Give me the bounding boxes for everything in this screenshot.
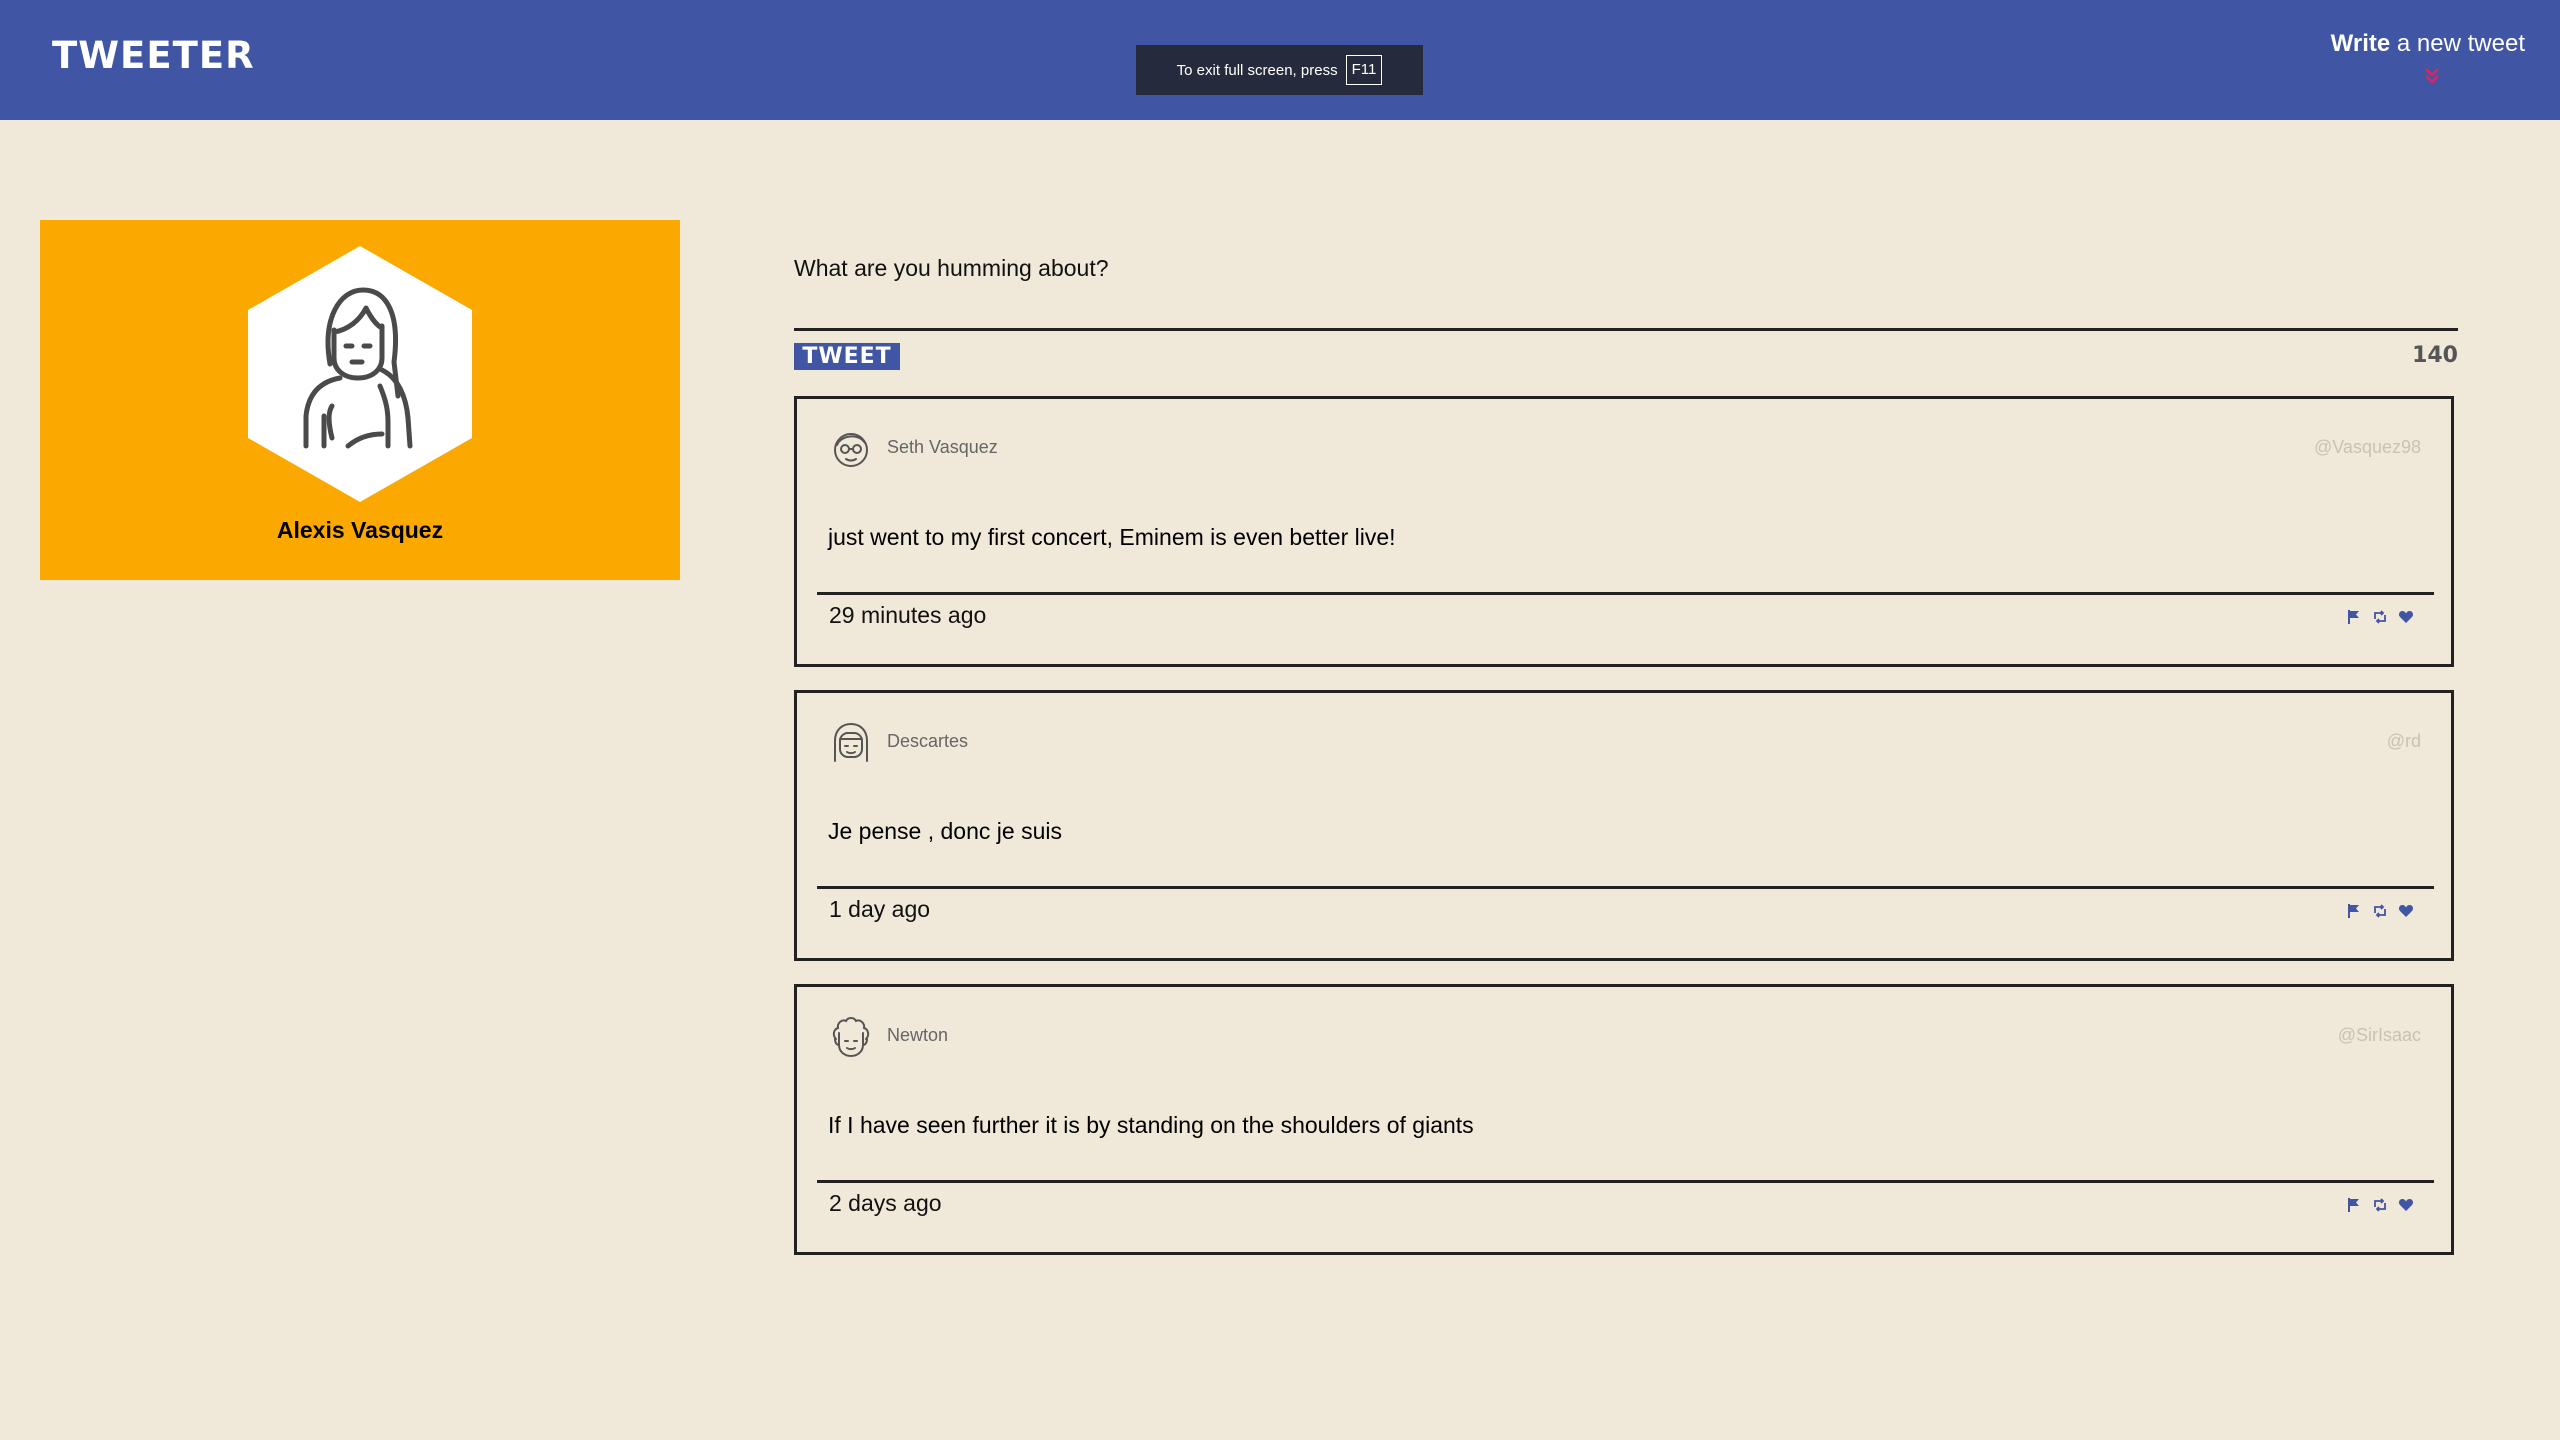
- tweet-timestamp: 29 minutes ago: [829, 602, 987, 628]
- tweet-text: Je pense , donc je suis: [828, 818, 1062, 844]
- heart-icon[interactable]: [2398, 609, 2414, 625]
- flag-icon[interactable]: [2346, 609, 2362, 625]
- woman-avatar-icon: [248, 246, 472, 502]
- write-label-rest: a new tweet: [2390, 30, 2525, 57]
- app-logo[interactable]: TWEETER: [52, 34, 255, 77]
- tweet-actions: [2346, 1197, 2414, 1213]
- tweet-actions: [2346, 609, 2414, 625]
- tweet-button[interactable]: TWEET: [794, 343, 900, 370]
- heart-icon[interactable]: [2398, 903, 2414, 919]
- tweet-card: Descartes @rd Je pense , donc je suis 1 …: [794, 690, 2454, 961]
- retweet-icon[interactable]: [2372, 1197, 2388, 1213]
- tweet-actions: [2346, 903, 2414, 919]
- fullscreen-notice: To exit full screen, press F11: [1136, 45, 1423, 95]
- tweet-author[interactable]: Newton: [887, 1025, 948, 1046]
- profile-name: Alexis Vasquez: [276, 517, 444, 543]
- tweet-timestamp: 1 day ago: [829, 896, 931, 922]
- tweet-handle[interactable]: @SirIsaac: [2338, 1025, 2421, 1046]
- top-navbar: TWEETER To exit full screen, press F11 W…: [0, 0, 2560, 120]
- tweet-handle[interactable]: @Vasquez98: [2314, 437, 2421, 458]
- glasses-man-avatar-icon: [834, 433, 868, 467]
- retweet-icon[interactable]: [2372, 903, 2388, 919]
- profile-card: Alexis Vasquez: [40, 220, 680, 580]
- write-new-tweet-link[interactable]: Write a new tweet: [2331, 30, 2525, 58]
- retweet-icon[interactable]: [2372, 609, 2388, 625]
- long-hair-avatar-icon: [834, 722, 868, 762]
- tweet-compose-input[interactable]: What are you humming about?: [794, 255, 1109, 282]
- write-label-bold: Write: [2330, 30, 2391, 57]
- heart-icon[interactable]: [2398, 1197, 2414, 1213]
- flag-icon[interactable]: [2346, 1197, 2362, 1213]
- character-counter: 140: [2412, 343, 2458, 368]
- tweet-timestamp: 2 days ago: [829, 1190, 942, 1216]
- flag-icon[interactable]: [2346, 903, 2362, 919]
- double-chevron-down-icon[interactable]: [2420, 66, 2444, 86]
- tweet-handle[interactable]: @rd: [2387, 731, 2421, 752]
- fullscreen-notice-text: To exit full screen, press: [1176, 61, 1338, 79]
- tweet-author[interactable]: Descartes: [887, 731, 968, 752]
- curly-hair-avatar-icon: [832, 1017, 870, 1058]
- tweet-divider: [817, 592, 2434, 595]
- tweet-card: Seth Vasquez @Vasquez98 just went to my …: [794, 396, 2454, 667]
- tweet-divider: [817, 886, 2434, 889]
- tweet-text: If I have seen further it is by standing…: [828, 1112, 1474, 1138]
- tweet-text: just went to my first concert, Eminem is…: [828, 524, 1396, 550]
- tweet-author[interactable]: Seth Vasquez: [887, 437, 998, 458]
- fullscreen-key: F11: [1345, 55, 1383, 85]
- tweet-card: Newton @SirIsaac If I have seen further …: [794, 984, 2454, 1255]
- composer-underline: [794, 328, 2458, 331]
- tweet-divider: [817, 1180, 2434, 1183]
